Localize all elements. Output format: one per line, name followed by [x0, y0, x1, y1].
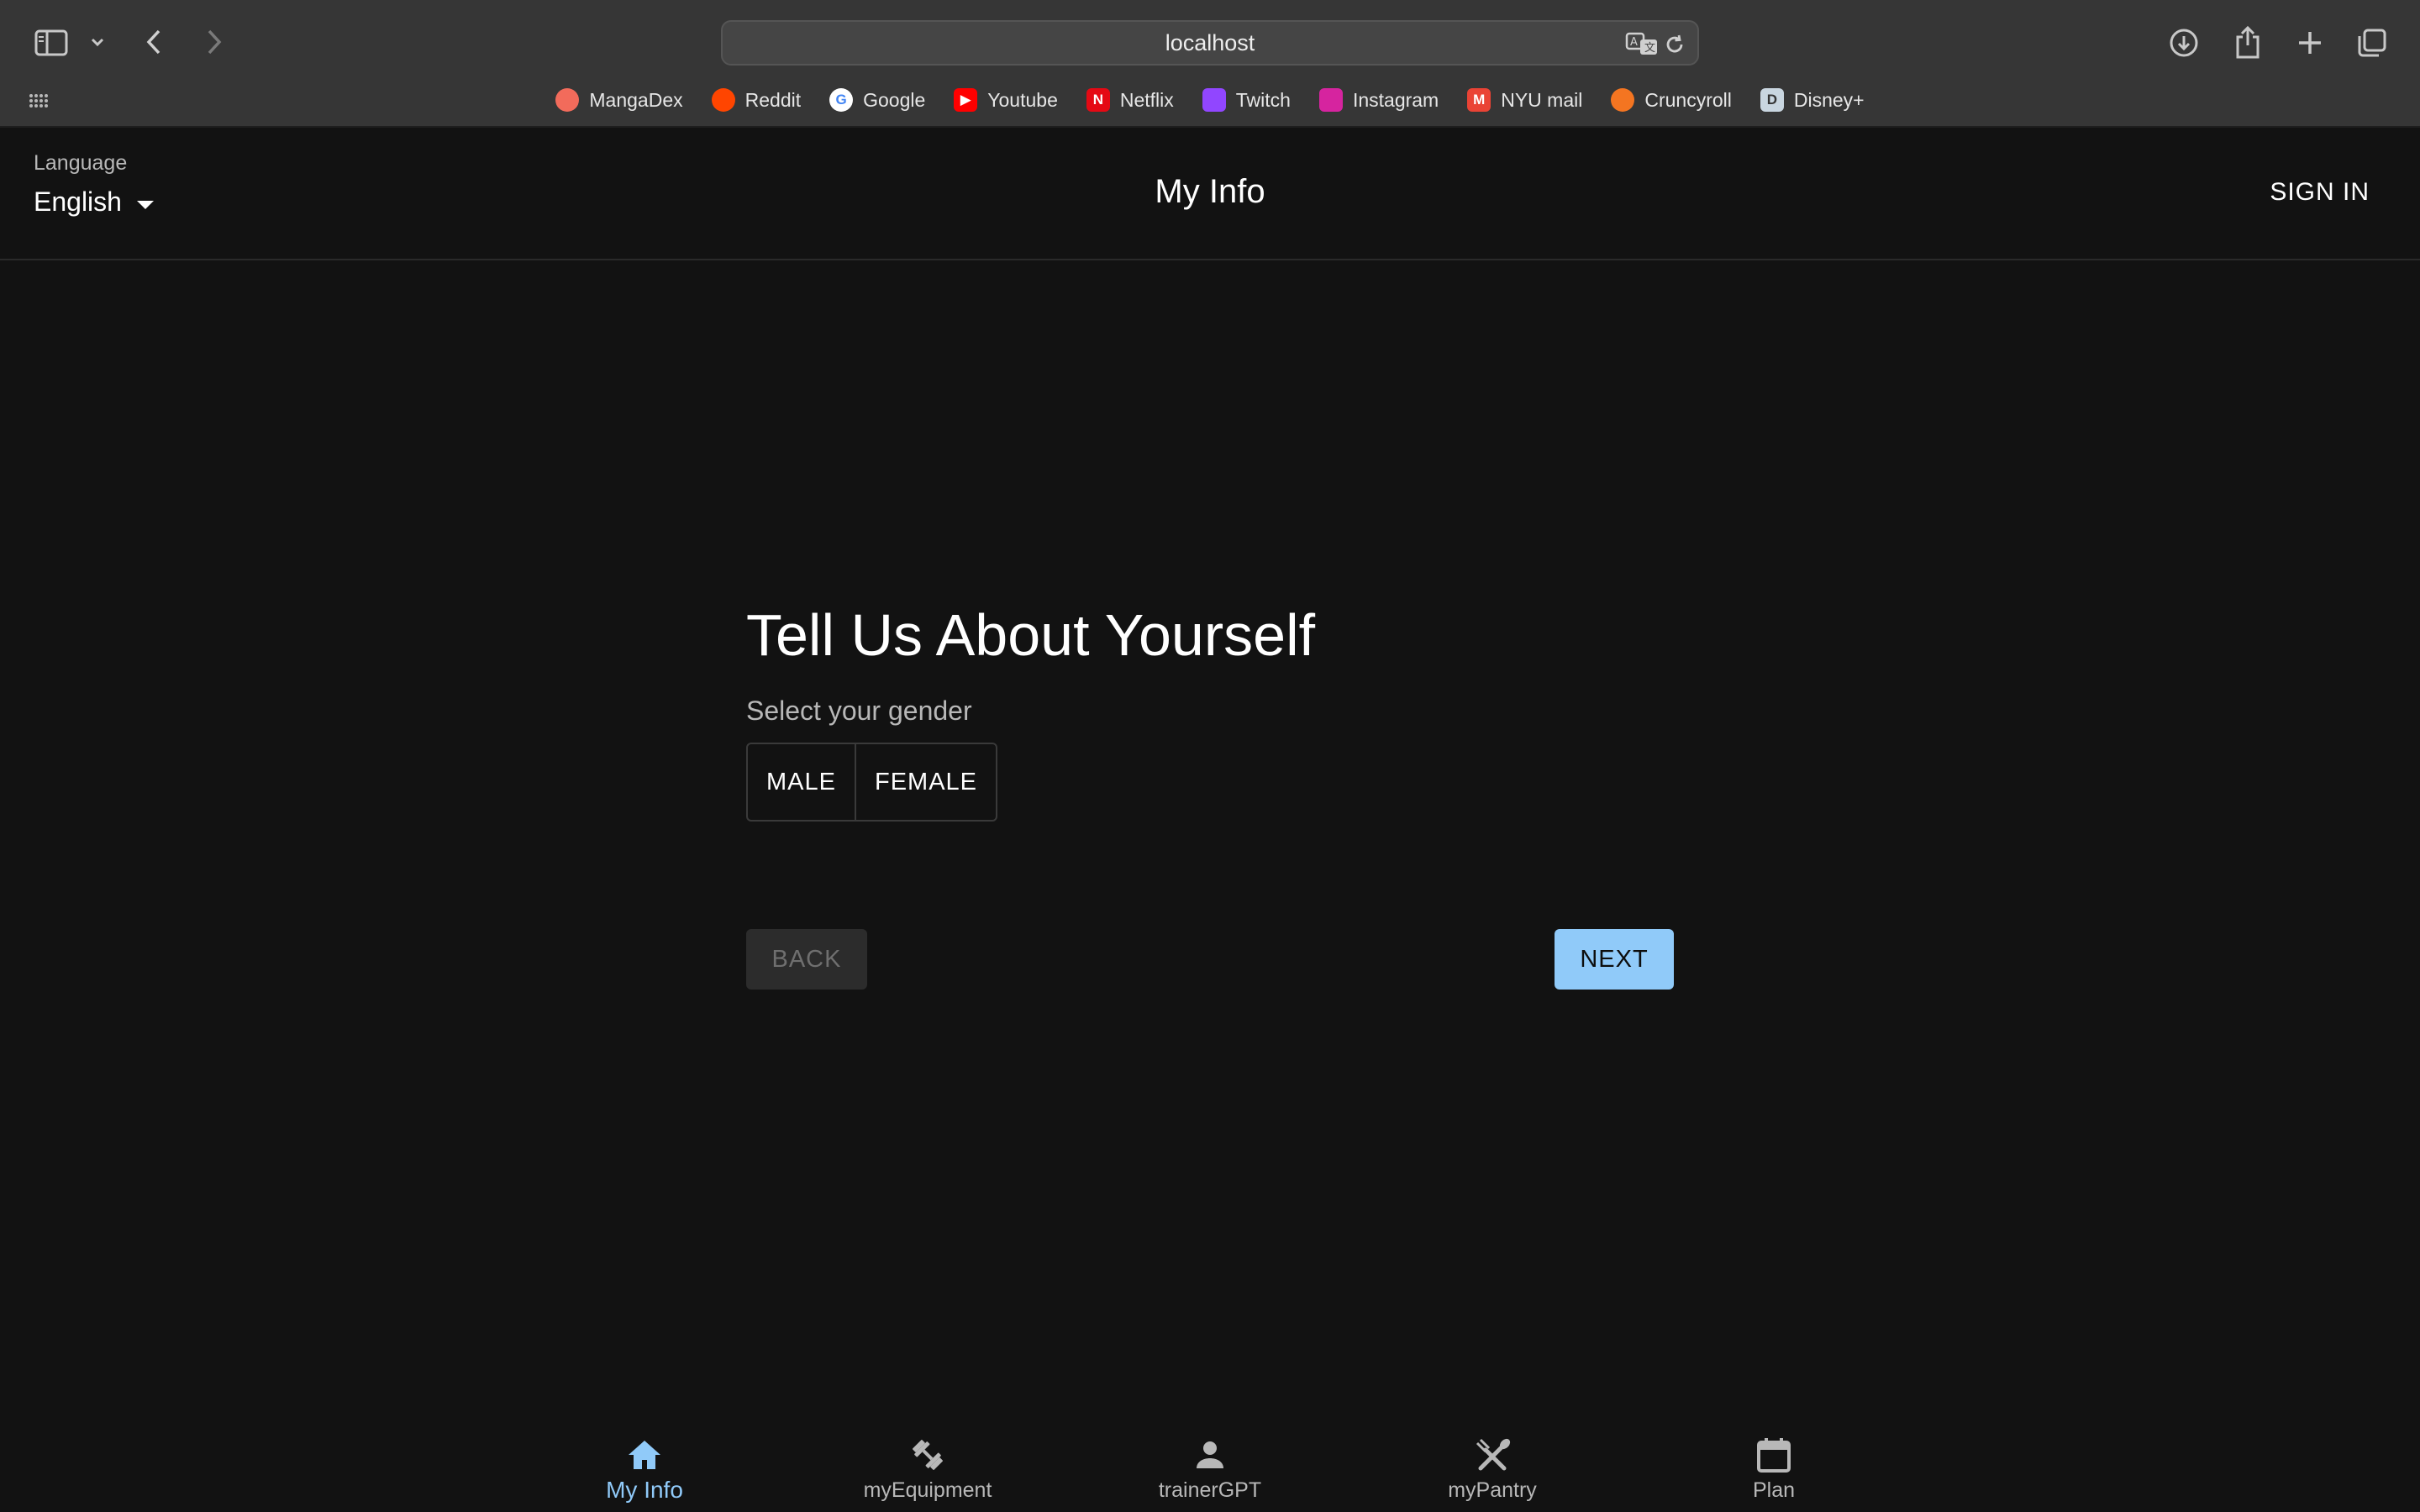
bookmark-twitch[interactable]: Twitch — [1202, 88, 1291, 112]
page-title: My Info — [1155, 173, 1265, 210]
address-text: localhost — [1165, 29, 1255, 55]
bookmark-label: Disney+ — [1793, 88, 1865, 111]
bookmark-label: Instagram — [1352, 88, 1439, 111]
new-tab-icon[interactable] — [2292, 25, 2328, 60]
browser-toolbar: localhost A文 MangaDex Reddit G Google ▶ Youtu… — [0, 0, 2420, 128]
bookmark-netflix[interactable]: N Netflix — [1086, 88, 1174, 112]
form-heading: Tell Us About Yourself — [746, 602, 1316, 668]
bookmark-cruncyroll[interactable]: Cruncyroll — [1611, 88, 1732, 112]
bookmark-mangadex[interactable]: MangaDex — [555, 88, 683, 112]
google-icon: G — [829, 88, 854, 112]
address-bar[interactable]: localhost A文 — [721, 20, 1699, 66]
nav-item-my-info[interactable]: My Info — [552, 1420, 737, 1512]
app-header: Language English My Info SIGN IN — [0, 128, 2420, 260]
bookmark-label: Youtube — [987, 88, 1058, 111]
dumbbell-icon — [909, 1435, 946, 1475]
nav-label: My Info — [606, 1477, 683, 1503]
tab-overview-icon[interactable] — [2354, 25, 2390, 60]
reddit-icon — [711, 88, 735, 112]
bookmark-label: MangaDex — [589, 88, 683, 111]
mangadex-icon — [555, 88, 580, 112]
instagram-icon — [1318, 88, 1343, 112]
nav-label: myEquipment — [863, 1478, 992, 1502]
bookmarks-bar: MangaDex Reddit G Google ▶ Youtube N Netflix Twi… — [0, 82, 2420, 118]
home-icon — [626, 1435, 663, 1475]
nav-item-plan[interactable]: Plan — [1681, 1420, 1866, 1512]
bottom-navigation: My Info myEquipment trainerGPT myPantry … — [0, 1420, 2420, 1512]
twitch-icon — [1202, 88, 1226, 112]
language-label: Language — [34, 151, 128, 175]
nav-label: trainerGPT — [1158, 1478, 1262, 1502]
forward-arrow-icon[interactable] — [200, 25, 229, 59]
calendar-icon — [1756, 1435, 1791, 1475]
sidebar-toggle-icon[interactable] — [34, 25, 69, 60]
nav-item-trainer-gpt[interactable]: trainerGPT — [1118, 1420, 1302, 1512]
reload-icon[interactable] — [1662, 32, 1687, 57]
person-icon — [1193, 1435, 1227, 1475]
gmail-icon: M — [1467, 88, 1491, 112]
bookmark-label: Google — [863, 88, 926, 111]
bookmark-label: Netflix — [1119, 88, 1174, 111]
nav-label: myPantry — [1448, 1478, 1537, 1502]
nav-item-my-pantry[interactable]: myPantry — [1400, 1420, 1585, 1512]
gender-toggle-group: MALE FEMALE — [746, 743, 998, 822]
translate-icon[interactable]: A文 — [1625, 30, 1659, 57]
bookmark-label: Twitch — [1235, 88, 1291, 111]
disney-icon: D — [1760, 88, 1784, 112]
bookmark-instagram[interactable]: Instagram — [1318, 88, 1439, 112]
sign-in-button[interactable]: SIGN IN — [2270, 178, 2370, 207]
share-icon[interactable] — [2230, 24, 2265, 60]
bookmark-youtube[interactable]: ▶ Youtube — [954, 88, 1058, 112]
bookmark-reddit[interactable]: Reddit — [711, 88, 802, 112]
back-button[interactable]: BACK — [746, 929, 867, 990]
nav-item-my-equipment[interactable]: myEquipment — [835, 1420, 1020, 1512]
download-icon[interactable] — [2166, 25, 2202, 60]
bookmark-google[interactable]: G Google — [829, 88, 925, 112]
bookmark-nyu-mail[interactable]: M NYU mail — [1467, 88, 1582, 112]
next-button[interactable]: NEXT — [1555, 929, 1674, 990]
gender-prompt: Select your gender — [746, 696, 972, 726]
svg-text:A: A — [1630, 36, 1638, 49]
bookmark-label: Cruncyroll — [1644, 88, 1732, 111]
chevron-down-icon[interactable] — [87, 32, 108, 52]
male-option-button[interactable]: MALE — [748, 744, 855, 820]
crunchyroll-icon — [1611, 88, 1635, 112]
youtube-icon: ▶ — [954, 88, 978, 112]
bookmark-disney-[interactable]: D Disney+ — [1760, 88, 1865, 112]
back-arrow-icon[interactable] — [139, 25, 168, 59]
female-option-button[interactable]: FEMALE — [854, 744, 996, 820]
bookmark-label: NYU mail — [1501, 88, 1583, 111]
netflix-icon: N — [1086, 88, 1110, 112]
svg-text:文: 文 — [1644, 42, 1655, 55]
utensils-icon — [1474, 1435, 1511, 1475]
nav-label: Plan — [1752, 1478, 1796, 1502]
bookmark-label: Reddit — [744, 88, 802, 111]
